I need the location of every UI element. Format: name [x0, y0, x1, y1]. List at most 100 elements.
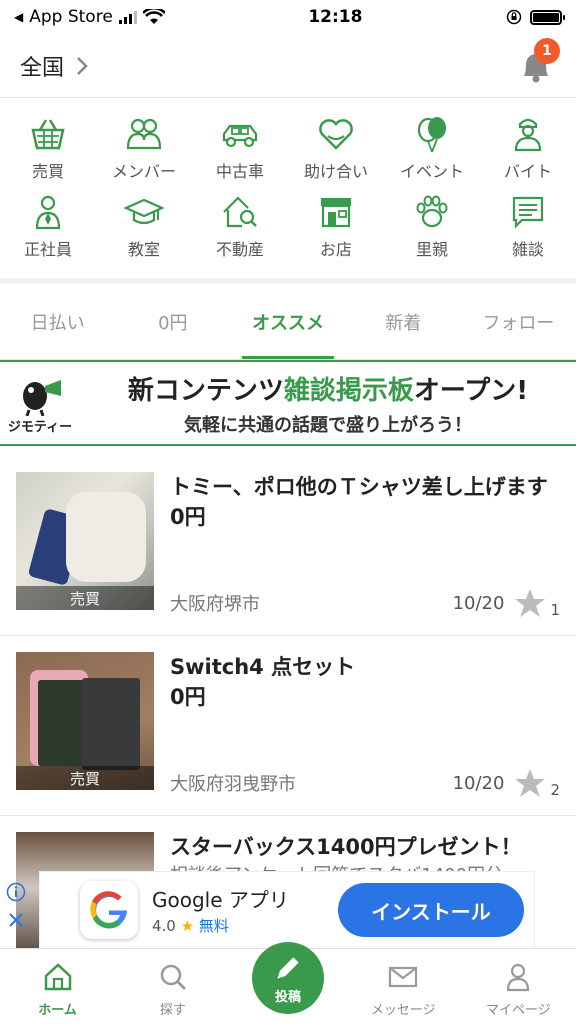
category-tag: 売買	[16, 586, 154, 610]
category-foster[interactable]: 里親	[384, 192, 480, 270]
listing-price: 0円	[170, 505, 206, 530]
post-button[interactable]: 投稿	[252, 942, 324, 1014]
heart-icon	[319, 119, 353, 150]
mascot-icon	[23, 379, 61, 416]
listing-thumbnail: 売買	[16, 652, 154, 790]
listing-price: 0円	[170, 685, 206, 710]
battery-icon	[529, 9, 565, 25]
notification-button[interactable]: 1	[516, 37, 560, 86]
signal-icon	[118, 10, 137, 24]
nav-post[interactable]: 投稿	[230, 942, 345, 1024]
rating-star-icon: ★	[180, 917, 195, 935]
orientation-lock-icon	[506, 9, 522, 25]
promo-banner[interactable]: ジモティー 新コンテンツ雑談掲示板オープン! 気軽に共通の話題で盛り上がろう！	[0, 360, 576, 446]
listing-item[interactable]: 売買 トミー、ポロ他のＴシャツ差し上げます 0円 大阪府堺市 10/20 1	[0, 456, 576, 636]
tab-new[interactable]: 新着	[346, 284, 461, 359]
category-buy-sell[interactable]: 売買	[0, 114, 96, 192]
category-mutual-help[interactable]: 助け合い	[288, 114, 384, 192]
listing-location: 大阪府堺市	[170, 594, 260, 615]
notification-badge: 1	[534, 37, 560, 64]
category-part-time[interactable]: バイト	[480, 114, 576, 192]
star-icon	[515, 769, 546, 797]
banner-headline-pre: 新コンテンツ	[127, 375, 284, 406]
category-label: お店	[319, 240, 352, 259]
balloon-icon	[417, 117, 446, 153]
worker-icon	[514, 118, 542, 152]
info-icon[interactable]	[6, 882, 26, 902]
ad-banner[interactable]: Google アプリ 4.0 ★ 無料 インストール	[6, 872, 534, 948]
back-arrow-icon[interactable]: ◀	[14, 10, 23, 24]
banner-headline-post: オープン!	[413, 375, 529, 406]
google-g-icon	[90, 891, 127, 929]
category-label: 売買	[31, 162, 64, 181]
shop-icon	[321, 198, 351, 228]
ad-price: 無料	[198, 917, 229, 935]
category-label: 不動産	[215, 240, 264, 259]
category-label: 雑談	[511, 240, 544, 259]
members-icon	[126, 118, 162, 150]
chat-icon	[512, 196, 544, 229]
feed-tabs: 日払い 0円 オススメ 新着 フォロー	[0, 284, 576, 360]
pencil-icon	[277, 956, 299, 979]
category-label: 中古車	[215, 162, 264, 181]
star-icon	[515, 589, 546, 617]
search-icon	[160, 964, 186, 990]
category-events[interactable]: イベント	[384, 114, 480, 192]
nav-mypage-label: マイページ	[486, 1003, 551, 1018]
tab-free[interactable]: 0円	[115, 284, 230, 359]
favorite-count: 1	[550, 601, 560, 619]
employee-icon	[35, 195, 61, 230]
favorite-count: 2	[550, 781, 560, 799]
person-icon	[507, 963, 530, 992]
banner-subline: 気軽に共通の話題で盛り上がろう！	[184, 414, 472, 436]
category-tag: 売買	[16, 766, 154, 790]
category-label: 里親	[415, 240, 448, 259]
nav-messages[interactable]: メッセージ	[346, 949, 461, 1024]
clock: 12:18	[308, 7, 363, 27]
chevron-right-icon	[77, 56, 88, 75]
category-members[interactable]: メンバー	[96, 114, 192, 192]
category-classes[interactable]: 教室	[96, 192, 192, 270]
category-full-time[interactable]: 正社員	[0, 192, 96, 270]
favorite-button[interactable]: 1	[514, 587, 560, 619]
listing-location: 大阪府羽曳野市	[170, 774, 296, 795]
house-search-icon	[223, 196, 257, 228]
listing-date: 10/20	[452, 772, 505, 794]
category-label: 教室	[127, 240, 160, 259]
category-grid: 売買 メンバー 中古車 助け合い イベント バイト 正社員 教室 不動産 お店 …	[0, 98, 576, 284]
category-label: バイト	[503, 162, 552, 181]
ad-title: Google アプリ	[152, 888, 289, 912]
listing-title: スターバックス1400円プレゼント！	[170, 835, 522, 859]
banner-headline-highlight: 雑談掲示板	[283, 375, 414, 406]
listing-title: Switch4 点セット	[170, 655, 356, 679]
category-chat[interactable]: 雑談	[480, 192, 576, 270]
listing-item[interactable]: 売買 Switch4 点セット 0円 大阪府羽曳野市 10/20 2	[0, 636, 576, 816]
google-logo	[80, 881, 138, 939]
back-app-label[interactable]: App Store	[29, 7, 113, 27]
nav-mypage[interactable]: マイページ	[461, 949, 576, 1024]
bottom-navigation: ホーム 探す 投稿 メッセージ マイページ	[0, 942, 576, 1024]
close-icon[interactable]	[6, 910, 26, 930]
listing-date: 10/20	[452, 592, 505, 614]
install-button[interactable]: インストール	[338, 883, 524, 937]
category-shops[interactable]: お店	[288, 192, 384, 270]
category-label: 正社員	[23, 240, 72, 259]
basket-icon	[31, 119, 65, 150]
home-icon	[44, 963, 71, 991]
nav-search[interactable]: 探す	[115, 949, 230, 1024]
car-icon	[222, 124, 258, 148]
category-label: メンバー	[111, 162, 176, 181]
nav-search-label: 探す	[159, 1003, 186, 1018]
favorite-button[interactable]: 2	[514, 767, 560, 799]
tab-recommended[interactable]: オススメ	[230, 284, 345, 359]
category-real-estate[interactable]: 不動産	[192, 192, 288, 270]
category-used-cars[interactable]: 中古車	[192, 114, 288, 192]
nav-home[interactable]: ホーム	[0, 949, 115, 1024]
region-selector[interactable]: 全国	[20, 50, 88, 82]
listing-title: トミー、ポロ他のＴシャツ差し上げます	[170, 475, 548, 499]
tab-daily-pay[interactable]: 日払い	[0, 284, 115, 359]
graduation-cap-icon	[124, 198, 164, 225]
status-bar: ◀ App Store 12:18	[0, 0, 576, 34]
app-header: 全国 1	[0, 34, 576, 98]
tab-following[interactable]: フォロー	[461, 284, 576, 359]
